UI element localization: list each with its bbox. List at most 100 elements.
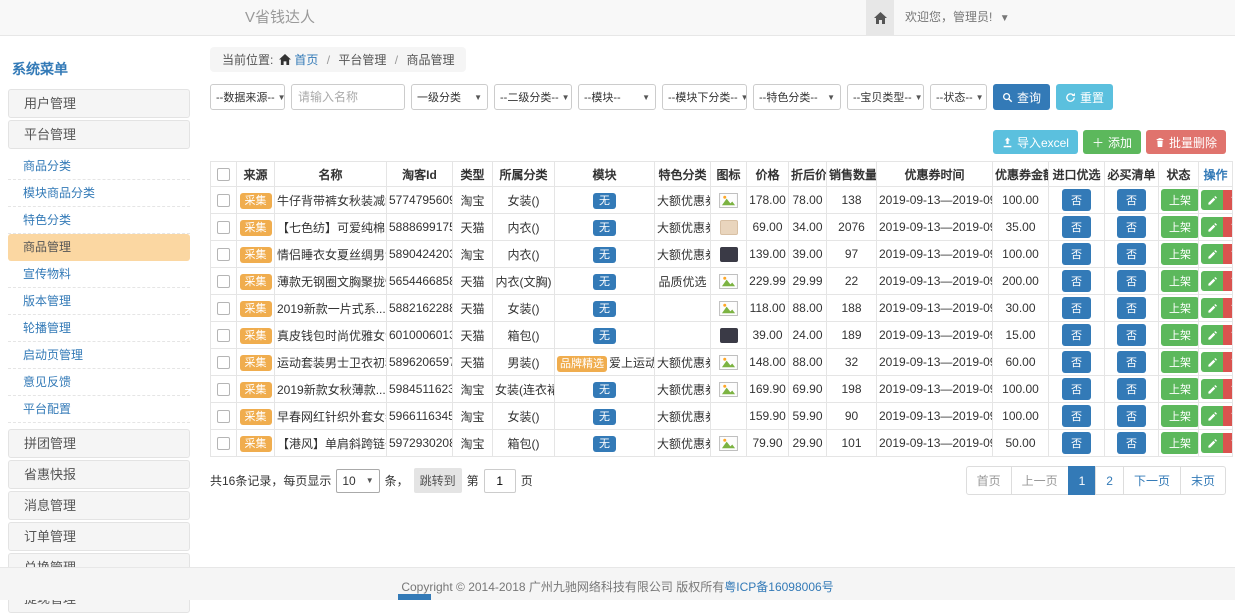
sidebar-subitem[interactable]: 商品管理 <box>8 234 190 261</box>
must-buy-toggle[interactable]: 否 <box>1117 243 1146 265</box>
must-buy-toggle[interactable]: 否 <box>1117 216 1146 238</box>
row-checkbox[interactable] <box>217 194 230 207</box>
breadcrumb-home-link[interactable]: 首页 <box>294 53 318 67</box>
page-button[interactable]: 下一页 <box>1123 466 1181 495</box>
status-button[interactable]: 上架 <box>1161 216 1199 238</box>
page-button[interactable]: 2 <box>1095 466 1124 495</box>
status-button[interactable]: 上架 <box>1161 432 1199 454</box>
status-button[interactable]: 上架 <box>1161 297 1199 319</box>
import-select-toggle[interactable]: 否 <box>1062 432 1091 454</box>
sidebar-subitem[interactable]: 意见反馈 <box>8 369 190 396</box>
sidebar-subitem[interactable]: 平台配置 <box>8 396 190 423</box>
item-type-select[interactable]: --宝贝类型--▼ <box>847 84 924 110</box>
delete-button[interactable] <box>1223 379 1233 399</box>
delete-button[interactable] <box>1223 406 1233 426</box>
reset-button[interactable]: 重置 <box>1056 84 1113 110</box>
row-checkbox[interactable] <box>217 329 230 342</box>
select-all-checkbox[interactable] <box>217 168 230 181</box>
import-select-toggle[interactable]: 否 <box>1062 270 1091 292</box>
row-checkbox[interactable] <box>217 410 230 423</box>
status-button[interactable]: 上架 <box>1161 378 1199 400</box>
edit-button[interactable] <box>1201 325 1223 345</box>
delete-button[interactable] <box>1223 190 1233 210</box>
edit-button[interactable] <box>1201 433 1223 453</box>
row-checkbox[interactable] <box>217 221 230 234</box>
edit-button[interactable] <box>1201 406 1223 426</box>
row-checkbox[interactable] <box>217 302 230 315</box>
must-buy-toggle[interactable]: 否 <box>1117 378 1146 400</box>
data-source-select[interactable]: --数据来源--▼ <box>210 84 285 110</box>
delete-button[interactable] <box>1223 352 1233 372</box>
sidebar-group-item[interactable]: 消息管理 <box>8 491 190 520</box>
status-button[interactable]: 上架 <box>1161 351 1199 373</box>
must-buy-toggle[interactable]: 否 <box>1117 189 1146 211</box>
sidebar-group-item[interactable]: 订单管理 <box>8 522 190 551</box>
row-checkbox[interactable] <box>217 437 230 450</box>
import-select-toggle[interactable]: 否 <box>1062 243 1091 265</box>
import-select-toggle[interactable]: 否 <box>1062 351 1091 373</box>
edit-button[interactable] <box>1201 298 1223 318</box>
sidebar-subitem[interactable]: 模块商品分类 <box>8 180 190 207</box>
search-button[interactable]: 查询 <box>993 84 1050 110</box>
import-select-toggle[interactable]: 否 <box>1062 405 1091 427</box>
status-button[interactable]: 上架 <box>1161 405 1199 427</box>
status-button[interactable]: 上架 <box>1161 270 1199 292</box>
user-menu[interactable]: 欢迎您，管理员! ▼ <box>905 0 1010 36</box>
sidebar-group-item[interactable]: 平台管理 <box>8 120 190 149</box>
must-buy-toggle[interactable]: 否 <box>1117 405 1146 427</box>
must-buy-toggle[interactable]: 否 <box>1117 297 1146 319</box>
edit-button[interactable] <box>1201 352 1223 372</box>
must-buy-toggle[interactable]: 否 <box>1117 432 1146 454</box>
import-select-toggle[interactable]: 否 <box>1062 297 1091 319</box>
import-select-toggle[interactable]: 否 <box>1062 216 1091 238</box>
sidebar-subitem[interactable]: 启动页管理 <box>8 342 190 369</box>
import-select-toggle[interactable]: 否 <box>1062 189 1091 211</box>
sidebar-group-item[interactable]: 拼团管理 <box>8 429 190 458</box>
delete-button[interactable] <box>1223 298 1233 318</box>
home-nav-button[interactable] <box>866 0 894 35</box>
edit-button[interactable] <box>1201 217 1223 237</box>
icp-link[interactable]: 粤ICP备16098006号 <box>724 580 833 594</box>
sidebar-subitem[interactable]: 商品分类 <box>8 153 190 180</box>
level1-category-select[interactable]: 一级分类▼ <box>411 84 488 110</box>
must-buy-toggle[interactable]: 否 <box>1117 351 1146 373</box>
level2-category-select[interactable]: --二级分类--▼ <box>494 84 572 110</box>
per-page-select[interactable]: 10 ▼ <box>336 469 379 493</box>
sidebar-group-item[interactable]: 省惠快报 <box>8 460 190 489</box>
status-button[interactable]: 上架 <box>1161 324 1199 346</box>
add-button[interactable]: ＋ 添加 <box>1083 130 1141 154</box>
must-buy-toggle[interactable]: 否 <box>1117 324 1146 346</box>
status-button[interactable]: 上架 <box>1161 189 1199 211</box>
batch-delete-button[interactable]: 批量删除 <box>1146 130 1226 154</box>
page-button[interactable]: 上一页 <box>1011 466 1069 495</box>
delete-button[interactable] <box>1223 433 1233 453</box>
edit-button[interactable] <box>1201 244 1223 264</box>
delete-button[interactable] <box>1223 271 1233 291</box>
row-checkbox[interactable] <box>217 248 230 261</box>
status-button[interactable]: 上架 <box>1161 243 1199 265</box>
edit-button[interactable] <box>1201 190 1223 210</box>
delete-button[interactable] <box>1223 244 1233 264</box>
edit-button[interactable] <box>1201 271 1223 291</box>
page-number-input[interactable] <box>484 469 516 493</box>
module-select[interactable]: --模块--▼ <box>578 84 656 110</box>
delete-button[interactable] <box>1223 325 1233 345</box>
page-button[interactable]: 首页 <box>966 466 1012 495</box>
status-select[interactable]: --状态--▼ <box>930 84 987 110</box>
jump-to-button[interactable]: 跳转到 <box>414 468 462 493</box>
sidebar-subitem[interactable]: 宣传物料 <box>8 261 190 288</box>
edit-button[interactable] <box>1201 379 1223 399</box>
sidebar-subitem[interactable]: 版本管理 <box>8 288 190 315</box>
import-select-toggle[interactable]: 否 <box>1062 378 1091 400</box>
import-select-toggle[interactable]: 否 <box>1062 324 1091 346</box>
sidebar-subitem[interactable]: 特色分类 <box>8 207 190 234</box>
row-checkbox[interactable] <box>217 383 230 396</box>
must-buy-toggle[interactable]: 否 <box>1117 270 1146 292</box>
delete-button[interactable] <box>1223 217 1233 237</box>
row-checkbox[interactable] <box>217 356 230 369</box>
page-button[interactable]: 1 <box>1068 466 1097 495</box>
page-button[interactable]: 末页 <box>1180 466 1226 495</box>
row-checkbox[interactable] <box>217 275 230 288</box>
name-search-input[interactable] <box>291 84 405 110</box>
sidebar-subitem[interactable]: 轮播管理 <box>8 315 190 342</box>
